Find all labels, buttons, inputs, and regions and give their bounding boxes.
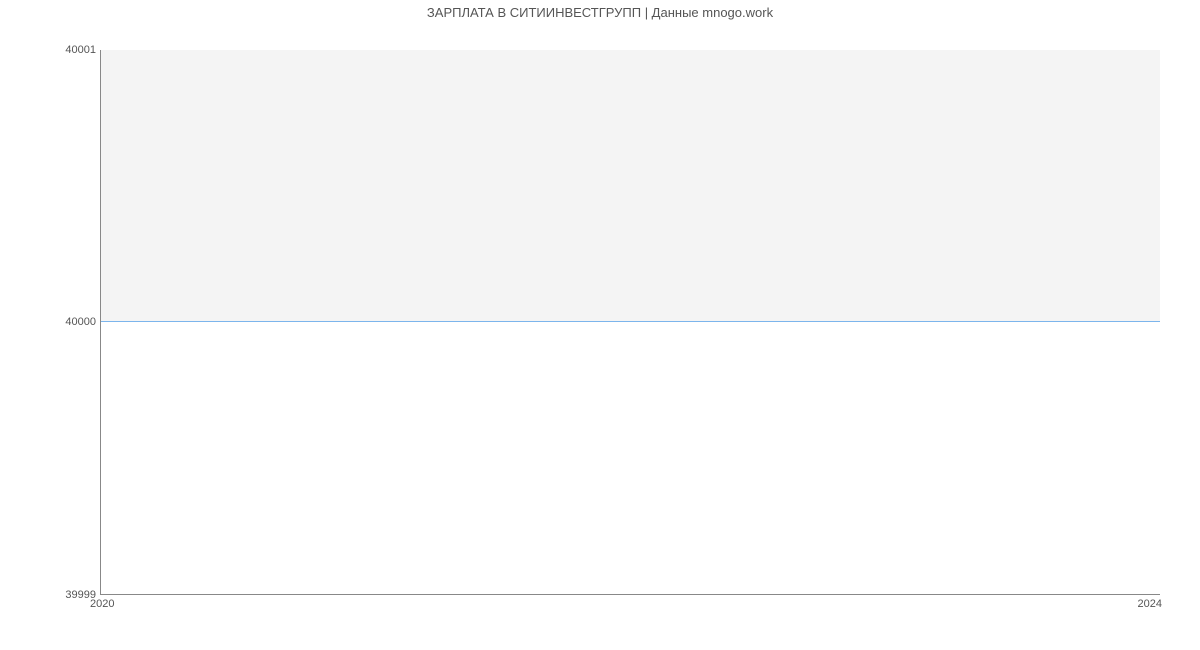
- x-tick-right: 2024: [1138, 598, 1162, 610]
- plot-area: [100, 50, 1160, 595]
- series-line: [101, 50, 1160, 322]
- y-tick-bottom: 39999: [6, 589, 96, 601]
- salary-chart: ЗАРПЛАТА В СИТИИНВЕСТГРУПП | Данные mnog…: [0, 0, 1200, 650]
- chart-title: ЗАРПЛАТА В СИТИИНВЕСТГРУПП | Данные mnog…: [0, 5, 1200, 20]
- y-tick-mid: 40000: [6, 316, 96, 328]
- x-tick-left: 2020: [90, 598, 114, 610]
- y-tick-top: 40001: [6, 44, 96, 56]
